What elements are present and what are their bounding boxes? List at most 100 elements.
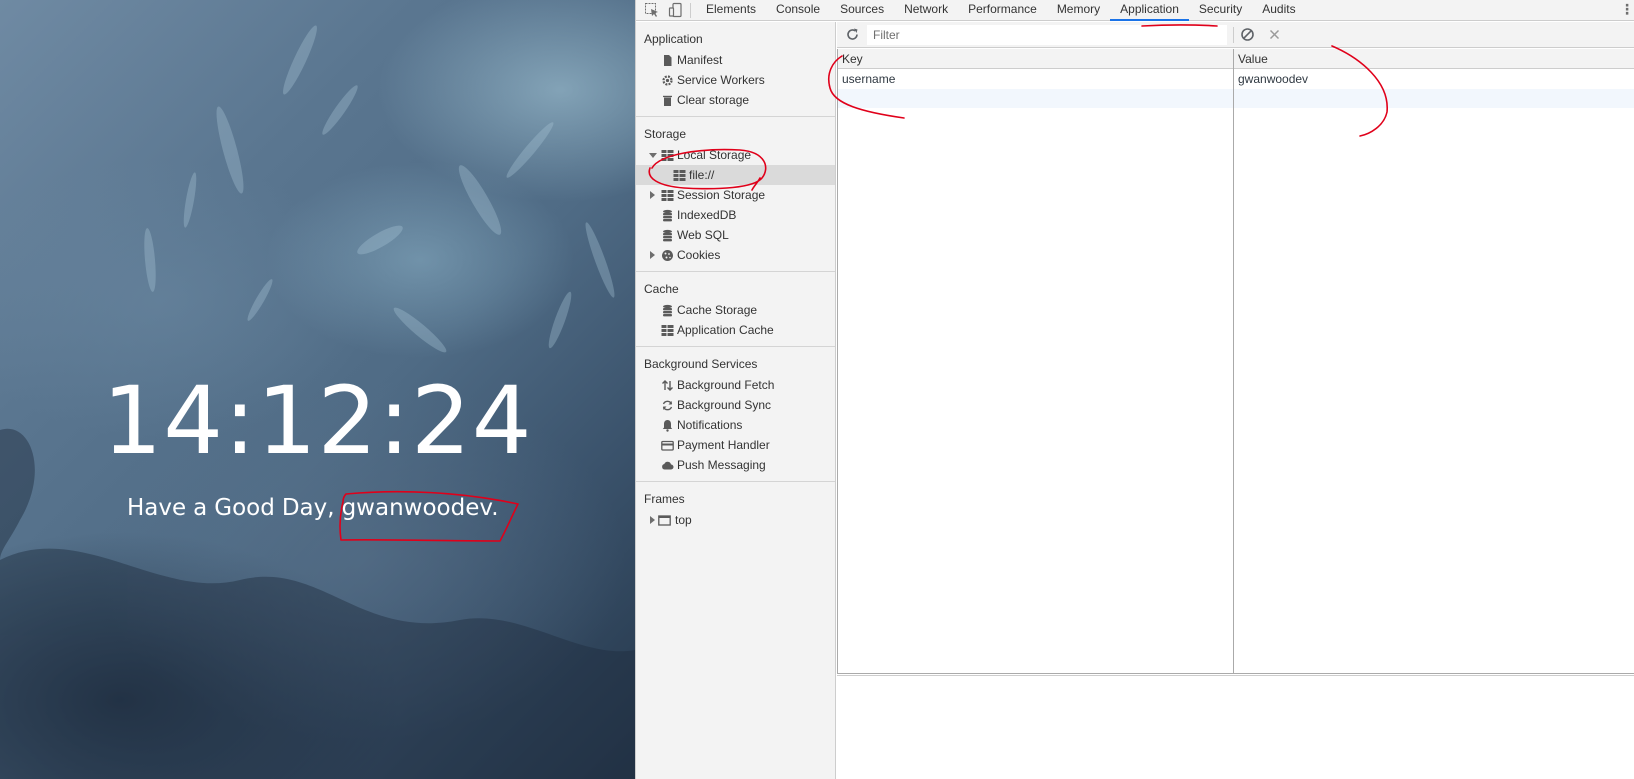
table-header: Key Value	[838, 49, 1634, 69]
sidebar-item-label: Push Messaging	[677, 458, 766, 472]
cookie-icon	[661, 248, 674, 261]
tab-sources[interactable]: Sources	[830, 0, 894, 21]
tab-elements[interactable]: Elements	[696, 0, 766, 21]
trash-icon	[661, 93, 674, 106]
sidebar-item-service-workers[interactable]: Service Workers	[636, 70, 835, 90]
sidebar-item-cookies[interactable]: Cookies	[636, 245, 835, 265]
devtools-tabs: Elements Console Sources Network Perform…	[696, 0, 1306, 21]
expand-arrow-icon[interactable]	[650, 516, 655, 524]
grid-icon	[673, 168, 686, 181]
database-icon	[661, 208, 674, 222]
page-preview: 14:12:24 Have a Good Day, gwanwoodev.	[0, 0, 635, 779]
sidebar-section-cache: Cache Cache Storage Application Cache	[636, 272, 835, 347]
greeting-text: Have a Good Day, gwanwoodev.	[127, 495, 499, 521]
tab-audits[interactable]: Audits	[1252, 0, 1305, 21]
sidebar-section-frames: Frames top	[636, 482, 835, 536]
sync-icon	[661, 398, 674, 411]
sidebar-item-top-frame[interactable]: top	[636, 510, 835, 530]
frame-icon	[658, 513, 671, 526]
arrows-updown-icon	[661, 378, 674, 391]
toolbar-separator	[690, 3, 691, 18]
greeting-word: Have	[127, 495, 187, 521]
section-title: Frames	[644, 492, 685, 506]
device-toolbar-icon[interactable]	[668, 2, 684, 18]
sidebar-item-label: Notifications	[677, 418, 743, 432]
expand-arrow-icon[interactable]	[649, 153, 657, 158]
tab-security[interactable]: Security	[1189, 0, 1252, 21]
sidebar-item-label: Clear storage	[677, 93, 750, 107]
application-sidebar: Application Manifest Service Workers Cle…	[636, 22, 836, 779]
sidebar-item-local-storage[interactable]: Local Storage	[636, 145, 835, 165]
expand-arrow-icon[interactable]	[650, 191, 655, 199]
sidebar-item-label: Background Fetch	[677, 378, 775, 392]
grid-icon	[661, 148, 674, 161]
sidebar-section-background-services: Background Services Background Fetch Bac…	[636, 347, 835, 482]
sidebar-item-label: IndexedDB	[677, 208, 737, 222]
cell-key[interactable]: username	[838, 70, 895, 89]
database-icon	[661, 228, 674, 242]
toolbar-separator	[1233, 27, 1234, 43]
sidebar-item-label: Service Workers	[677, 73, 765, 87]
sidebar-item-session-storage[interactable]: Session Storage	[636, 185, 835, 205]
sidebar-item-manifest[interactable]: Manifest	[636, 50, 835, 70]
column-header-value[interactable]: Value	[1234, 49, 1268, 69]
delete-selected-icon[interactable]	[1267, 27, 1282, 42]
section-title: Storage	[644, 127, 687, 141]
sidebar-item-label: Background Sync	[677, 398, 772, 412]
cloud-icon	[661, 458, 674, 471]
sidebar-item-indexeddb[interactable]: IndexedDB	[636, 205, 835, 225]
tab-console[interactable]: Console	[766, 0, 830, 21]
clear-all-icon[interactable]	[1240, 27, 1255, 42]
sidebar-section-application: Application Manifest Service Workers Cle…	[636, 22, 835, 117]
sidebar-item-label: file://	[689, 168, 715, 182]
table-row-empty[interactable]	[838, 89, 1634, 108]
sidebar-item-push-messaging[interactable]: Push Messaging	[636, 455, 835, 475]
tab-memory[interactable]: Memory	[1047, 0, 1110, 21]
file-icon	[661, 53, 674, 66]
sidebar-item-notifications[interactable]: Notifications	[636, 415, 835, 435]
more-options-icon[interactable]: ⋮	[1619, 0, 1634, 21]
sidebar-section-storage: Storage Local Storage file:// Session St…	[636, 117, 835, 272]
greeting-word: Good	[214, 495, 275, 521]
greeting-username: gwanwoodev.	[341, 495, 499, 521]
cell-value[interactable]: gwanwoodev	[1234, 70, 1308, 89]
column-header-key[interactable]: Key	[838, 49, 863, 69]
sidebar-item-payment-handler[interactable]: Payment Handler	[636, 435, 835, 455]
sidebar-item-cache-storage[interactable]: Cache Storage	[636, 300, 835, 320]
sidebar-item-label: Application Cache	[677, 323, 774, 337]
section-title: Cache	[644, 282, 679, 296]
sidebar-item-label: Payment Handler	[677, 438, 770, 452]
table-row[interactable]: username gwanwoodev	[838, 70, 1634, 89]
refresh-icon[interactable]	[845, 27, 860, 42]
card-icon	[661, 438, 674, 451]
devtools-toolbar: Elements Console Sources Network Perform…	[636, 0, 1634, 21]
greeting-word: Day,	[281, 495, 335, 521]
filter-input[interactable]	[867, 25, 1227, 45]
sidebar-item-web-sql[interactable]: Web SQL	[636, 225, 835, 245]
grid-icon	[661, 323, 674, 336]
sidebar-item-label: Session Storage	[677, 188, 766, 202]
sidebar-item-label: Cookies	[677, 248, 721, 262]
section-title: Background Services	[644, 357, 758, 371]
grid-icon	[661, 188, 674, 201]
gear-icon	[661, 73, 674, 86]
sidebar-item-label: Local Storage	[677, 148, 752, 162]
tab-application[interactable]: Application	[1110, 0, 1189, 21]
sidebar-item-file-origin[interactable]: file://	[636, 165, 835, 185]
column-divider[interactable]	[1233, 49, 1234, 673]
inspect-element-icon[interactable]	[644, 2, 660, 18]
sidebar-item-background-sync[interactable]: Background Sync	[636, 395, 835, 415]
database-icon	[661, 303, 674, 317]
storage-table: Key Value username gwanwoodev	[837, 49, 1634, 674]
tab-performance[interactable]: Performance	[958, 0, 1047, 21]
sidebar-item-label: Cache Storage	[677, 303, 758, 317]
value-preview-pane	[837, 675, 1634, 779]
bell-icon	[661, 418, 674, 432]
expand-arrow-icon[interactable]	[650, 251, 655, 259]
sidebar-item-background-fetch[interactable]: Background Fetch	[636, 375, 835, 395]
sidebar-item-application-cache[interactable]: Application Cache	[636, 320, 835, 340]
storage-view: Key Value username gwanwoodev	[837, 22, 1634, 779]
storage-toolbar	[837, 22, 1634, 48]
sidebar-item-clear-storage[interactable]: Clear storage	[636, 90, 835, 110]
tab-network[interactable]: Network	[894, 0, 958, 21]
